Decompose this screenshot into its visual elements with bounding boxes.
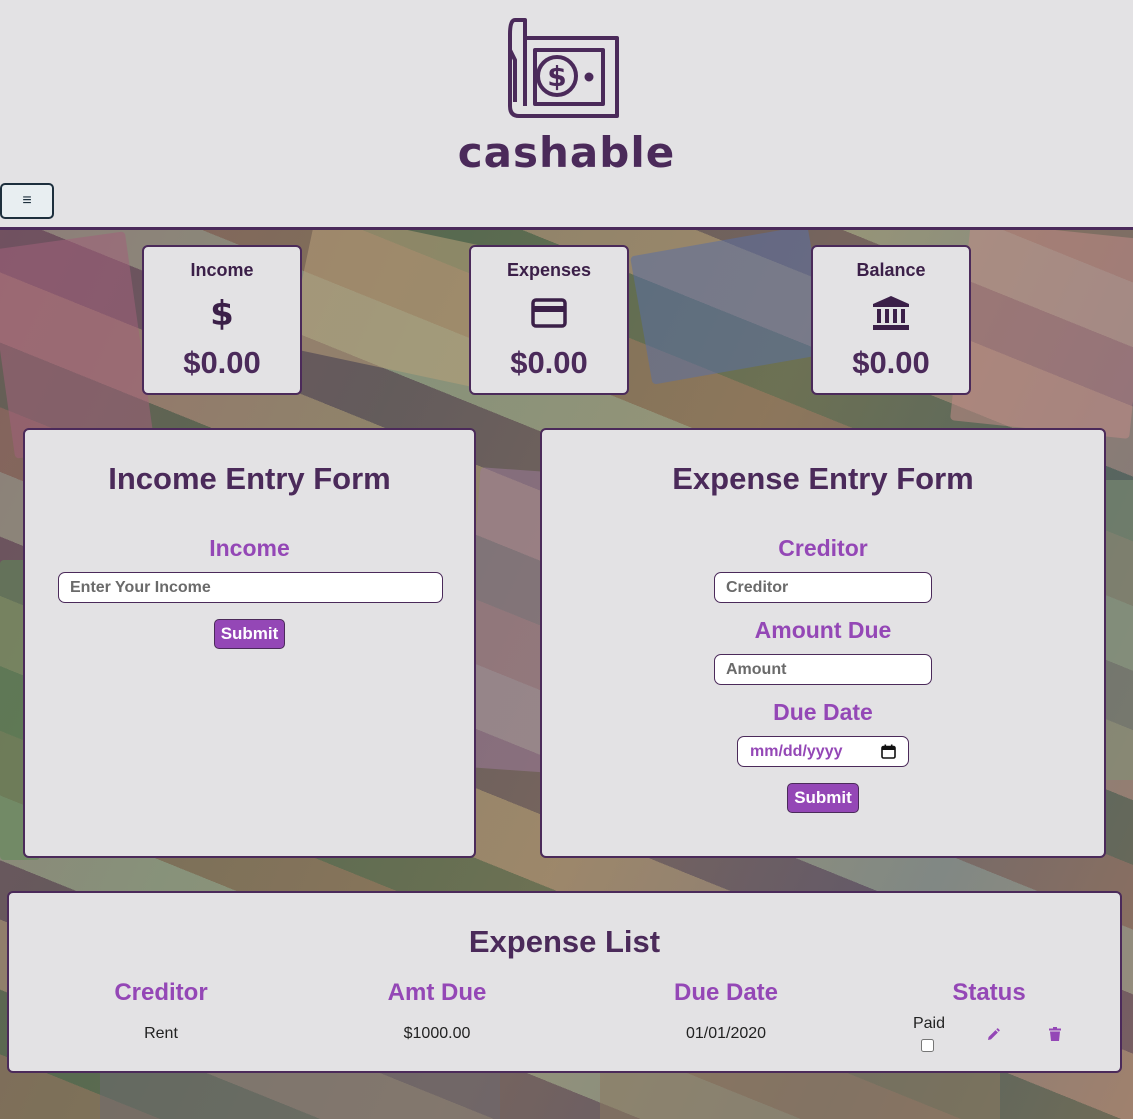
- expense-submit-button[interactable]: Submit: [787, 783, 859, 813]
- svg-text:$: $: [547, 60, 566, 93]
- amount-due-input[interactable]: [714, 654, 932, 685]
- pencil-icon[interactable]: [986, 1028, 1000, 1042]
- balance-card-value: $0.00: [852, 345, 930, 380]
- app-header: $ cashable ≡: [0, 0, 1133, 230]
- due-date-field-label: Due Date: [773, 699, 873, 725]
- income-summary-card: Income $ $0.00: [142, 245, 302, 395]
- column-header-due-date: Due Date: [673, 979, 779, 1006]
- creditor-input[interactable]: [714, 572, 932, 603]
- brand-name: cashable: [457, 128, 676, 177]
- column-header-creditor: Creditor: [114, 979, 208, 1006]
- expense-list-panel: Expense List Creditor Amt Due Due Date S…: [7, 891, 1122, 1073]
- expense-entry-form: Expense Entry Form Creditor Amount Due D…: [540, 428, 1106, 858]
- row-creditor: Rent: [144, 1025, 178, 1042]
- menu-toggle-button[interactable]: ≡: [0, 183, 54, 219]
- balance-card-title: Balance: [856, 260, 926, 280]
- money-bill-hand-icon: $: [508, 18, 619, 118]
- expenses-summary-card: Expenses $0.00: [469, 245, 629, 395]
- expense-list-title: Expense List: [468, 924, 661, 959]
- amount-due-field-label: Amount Due: [754, 617, 892, 643]
- paid-checkbox[interactable]: [921, 1039, 934, 1052]
- svg-text:$: $: [211, 295, 233, 331]
- income-form-title: Income Entry Form: [108, 461, 391, 496]
- income-entry-form: Income Entry Form Income Submit: [23, 428, 476, 858]
- credit-card-icon: [471, 295, 627, 331]
- expenses-card-value: $0.00: [510, 345, 588, 380]
- row-due-date: 01/01/2020: [685, 1025, 767, 1042]
- bank-icon: [813, 295, 969, 331]
- income-card-title: Income: [190, 260, 254, 280]
- calendar-icon[interactable]: [881, 744, 896, 759]
- dollar-icon: $: [144, 295, 300, 331]
- row-status-label: Paid: [912, 1015, 946, 1032]
- hamburger-icon: ≡: [22, 192, 32, 209]
- income-field-label: Income: [209, 535, 290, 561]
- expense-form-title: Expense Entry Form: [672, 461, 974, 496]
- due-date-placeholder: mm/dd/yyyy: [750, 743, 843, 760]
- column-header-status: Status: [952, 979, 1026, 1006]
- trash-icon[interactable]: [1049, 1027, 1061, 1041]
- expenses-card-title: Expenses: [506, 260, 592, 280]
- income-input[interactable]: [58, 572, 443, 603]
- column-header-amount-due: Amt Due: [387, 979, 487, 1006]
- row-amount-due: $1000.00: [403, 1025, 471, 1042]
- balance-summary-card: Balance $0.00: [811, 245, 971, 395]
- creditor-field-label: Creditor: [778, 535, 868, 561]
- income-card-value: $0.00: [183, 345, 261, 380]
- income-submit-button[interactable]: Submit: [213, 619, 286, 649]
- due-date-input[interactable]: mm/dd/yyyy: [737, 736, 909, 767]
